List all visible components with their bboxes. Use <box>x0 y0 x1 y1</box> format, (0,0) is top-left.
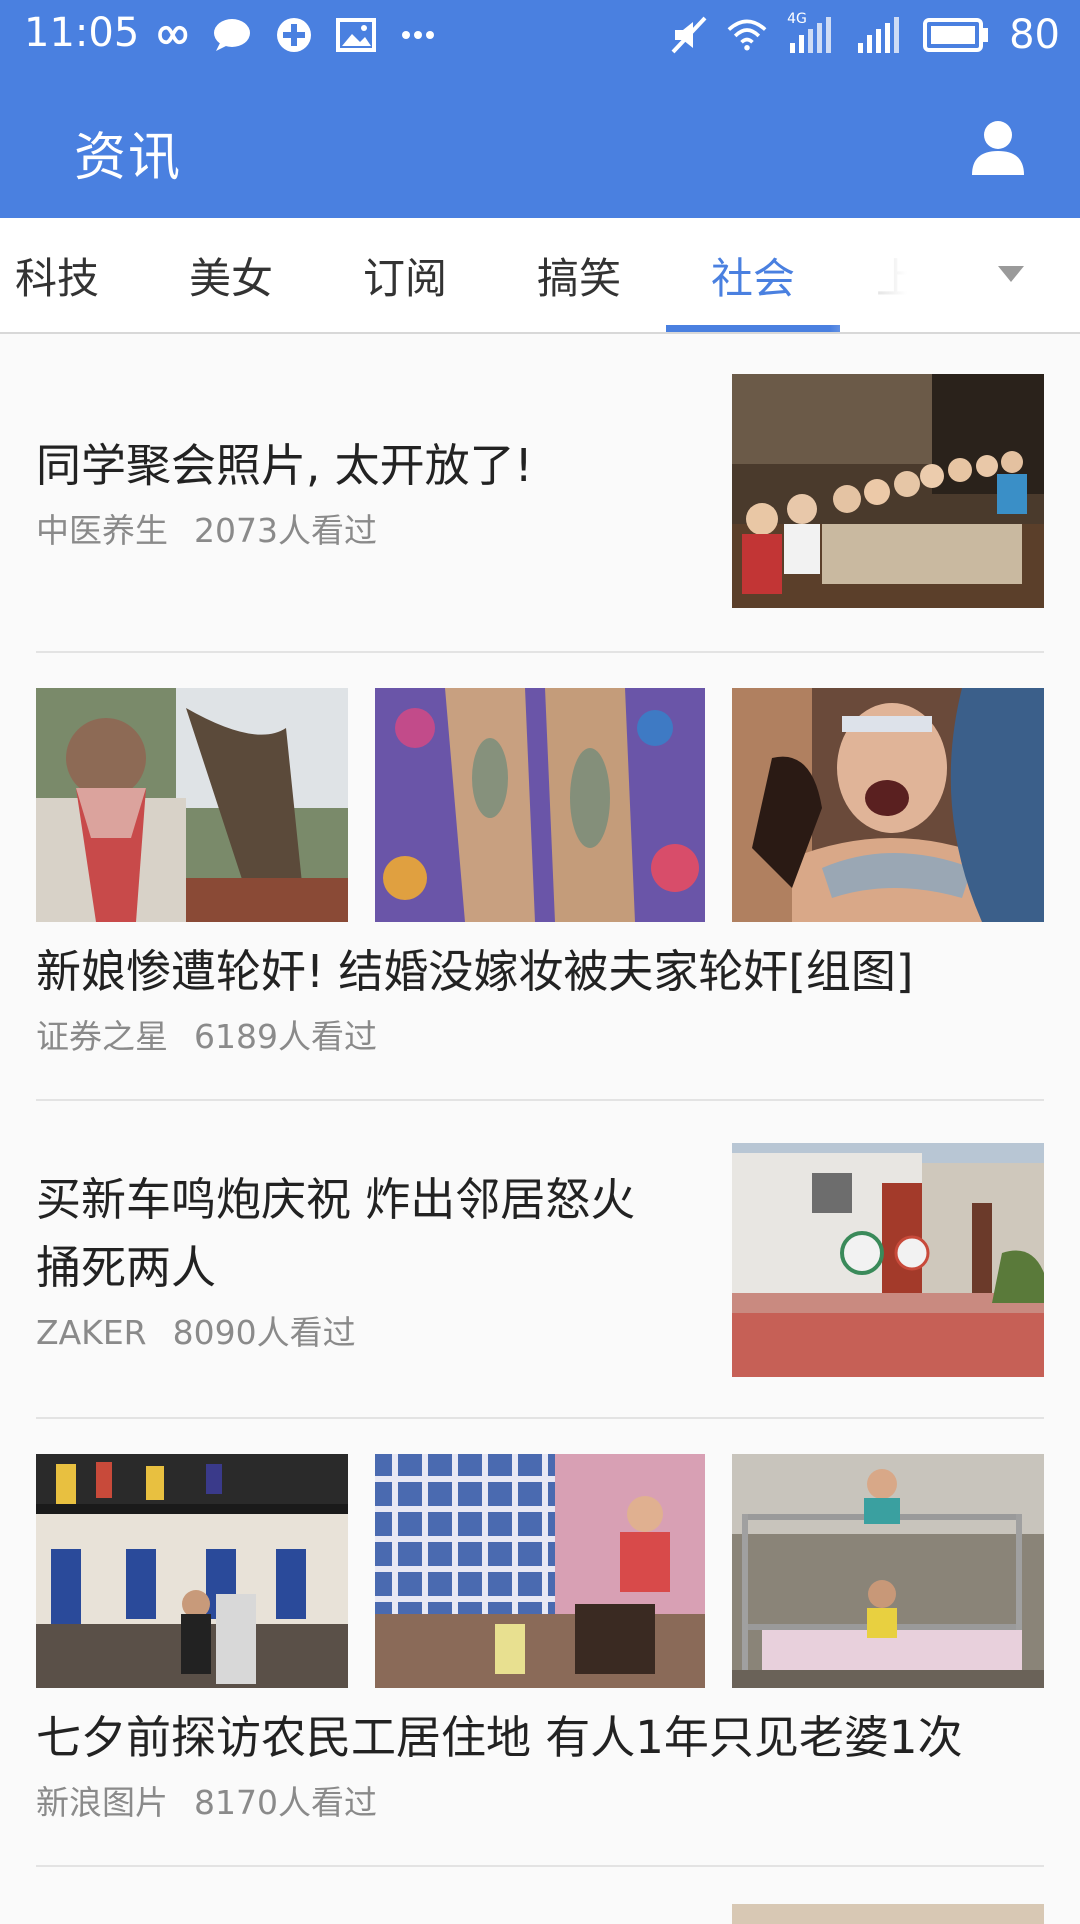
battery-level: 80 <box>1009 12 1060 58</box>
triangle-down-icon <box>998 266 1024 282</box>
news-thumbnail <box>732 688 1044 922</box>
chat-bubble-icon <box>212 15 252 55</box>
mute-icon <box>669 15 709 55</box>
news-source: 新浪图片 <box>36 1783 168 1822</box>
tab-funny[interactable]: 搞笑 <box>492 218 666 332</box>
news-item[interactable]: 买新车鸣炮庆祝 炸出邻居怒火捅死两人 ZAKER 8090人看过 <box>36 1100 1044 1418</box>
news-thumbnail <box>36 1454 348 1688</box>
news-views: 8170人看过 <box>194 1783 377 1822</box>
tab-tech[interactable]: 科技 <box>0 218 144 332</box>
news-views: 6189人看过 <box>194 1017 377 1056</box>
news-views: 2073人看过 <box>194 511 377 550</box>
tab-subscribe[interactable]: 订阅 <box>318 218 492 332</box>
news-source: ZAKER <box>36 1313 147 1352</box>
news-meta: 中医养生 2073人看过 <box>36 504 676 552</box>
feed-divider <box>36 1865 1044 1867</box>
news-views: 8090人看过 <box>172 1313 356 1352</box>
news-title: 同学聚会照片, 太开放了! <box>36 439 533 492</box>
feed-divider <box>36 651 1044 653</box>
tab-fade <box>830 218 970 332</box>
news-thumbnail <box>36 688 348 922</box>
news-thumbnail-partial <box>732 1904 1044 1924</box>
news-meta: 新浪图片 8170人看过 <box>36 1776 1044 1824</box>
news-title: 新娘惨遭轮奸! 结婚没嫁妆被夫家轮奸[组图] <box>36 945 914 998</box>
page-title: 资讯 <box>74 128 183 188</box>
tabs-dropdown-button[interactable] <box>996 264 1026 284</box>
news-source: 证券之星 <box>36 1017 168 1056</box>
category-tabs: 科技 美女 订阅 搞笑 社会 上 <box>0 218 1080 334</box>
news-title: 买新车鸣炮庆祝 炸出邻居怒火捅死两人 <box>36 1173 636 1294</box>
news-meta: ZAKER 8090人看过 <box>36 1306 676 1354</box>
infinity-icon <box>150 15 190 55</box>
signal-icon <box>853 15 903 55</box>
news-item[interactable]: 七夕前探访农民工居住地 有人1年只见老婆1次 新浪图片 8170人看过 <box>36 1454 1044 1904</box>
sync-icon <box>274 15 314 55</box>
news-thumbnail <box>375 688 705 922</box>
status-bar: 11:05 4G 80 <box>0 0 1080 75</box>
news-title: 七夕前探访农民工居住地 有人1年只见老婆1次 <box>36 1711 963 1764</box>
signal-4g-icon: 4G <box>785 11 835 55</box>
wifi-icon <box>727 15 767 55</box>
tab-beauty[interactable]: 美女 <box>144 218 318 332</box>
news-meta: 证券之星 6189人看过 <box>36 1010 1044 1058</box>
app-bar: 资讯 <box>0 75 1080 218</box>
more-dots-icon <box>398 15 438 55</box>
news-thumbnail <box>732 1454 1044 1688</box>
network-label: 4G <box>787 11 807 27</box>
news-source: 中医养生 <box>36 511 168 550</box>
news-item[interactable]: 新娘惨遭轮奸! 结婚没嫁妆被夫家轮奸[组图] 证券之星 6189人看过 <box>36 688 1044 1138</box>
feed-divider <box>36 1417 1044 1419</box>
news-thumbnail <box>732 1143 1044 1377</box>
profile-button[interactable] <box>968 117 1028 177</box>
news-thumbnail <box>732 374 1044 608</box>
image-icon <box>336 15 376 55</box>
news-thumbnail <box>375 1454 705 1688</box>
status-time: 11:05 <box>24 10 140 56</box>
user-icon <box>972 121 1024 175</box>
news-item[interactable]: 同学聚会照片, 太开放了! 中医养生 2073人看过 <box>36 334 1044 652</box>
battery-icon <box>921 15 991 55</box>
